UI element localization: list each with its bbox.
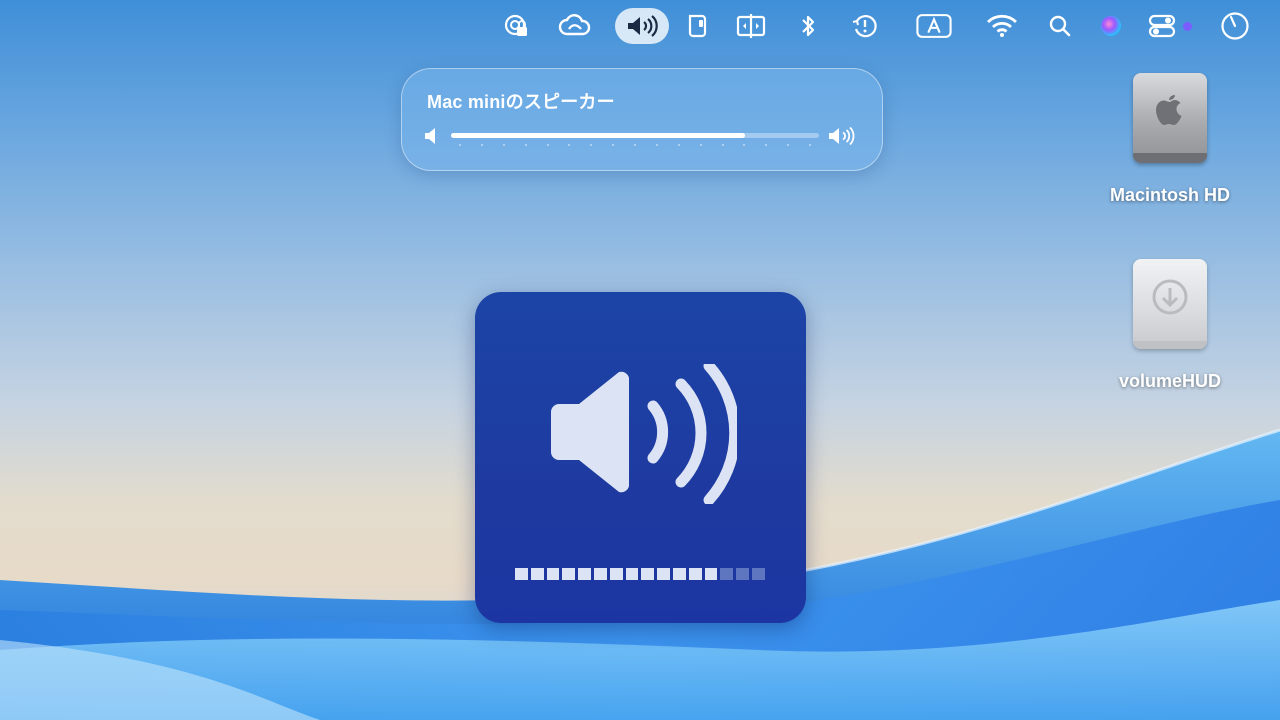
stage-manager-icon[interactable] — [680, 8, 716, 44]
volume-segment — [672, 568, 686, 580]
volume-segment — [625, 568, 639, 580]
desktop-icon-label: volumeHUD — [1118, 371, 1221, 391]
volume-slider-tick — [699, 144, 702, 146]
volume-low-icon — [424, 127, 440, 150]
speaker-wave-icon — [551, 364, 737, 504]
volume-slider-tick — [743, 144, 746, 146]
volume-slider-tick — [787, 144, 790, 146]
sound-output-device-label: Mac miniのスピーカー — [427, 92, 615, 112]
volume-slider-tick — [568, 144, 571, 146]
volume-slider-tick — [502, 144, 505, 146]
volume-segment — [562, 568, 576, 580]
menu-bar — [0, 0, 1280, 52]
volume-segment — [657, 568, 670, 580]
wifi-icon[interactable] — [984, 8, 1020, 44]
creative-cloud-icon[interactable] — [557, 8, 593, 44]
volume-segment — [751, 568, 765, 580]
volume-segment — [720, 568, 734, 580]
input-source-icon[interactable] — [916, 8, 952, 44]
volume-slider-tick — [590, 144, 593, 146]
volume-segment — [688, 568, 702, 580]
internal-drive-icon — [1133, 73, 1207, 163]
volume-high-icon — [828, 126, 858, 151]
volume-slider-tick — [612, 144, 615, 146]
volume-slider-fill — [451, 133, 746, 138]
volume-segment — [609, 568, 623, 580]
clock-icon[interactable] — [1217, 8, 1253, 44]
siri-icon[interactable] — [1093, 8, 1129, 44]
volume-slider-tick — [765, 144, 768, 146]
volume-menu-button[interactable] — [615, 8, 669, 44]
volume-slider-tick — [459, 144, 461, 146]
volume-slider[interactable] — [451, 133, 819, 138]
external-drive-download-icon — [1133, 259, 1207, 349]
desktop-icon-label: Macintosh HD — [1109, 185, 1230, 205]
desktop-icon-macintosh-hd[interactable]: Macintosh HD — [1095, 73, 1245, 206]
volume-slider-tick — [524, 144, 527, 146]
volume-segment — [546, 568, 560, 580]
volume-slider-tick — [634, 144, 636, 146]
volume-segment — [593, 568, 607, 580]
volume-slider-tick — [677, 144, 680, 146]
volume-slider-tick — [809, 144, 811, 146]
volume-segment — [515, 568, 528, 580]
bluetooth-icon[interactable] — [790, 8, 826, 44]
volume-slider-tick — [480, 144, 483, 146]
desktop: Mac miniのスピーカー Macintosh HD volumeHUD — [0, 0, 1280, 720]
time-machine-icon[interactable] — [847, 8, 883, 44]
control-center-icon[interactable] — [1145, 8, 1181, 44]
spotlight-search-icon[interactable] — [1042, 8, 1078, 44]
desktop-icon-volumehud[interactable]: volumeHUD — [1095, 259, 1245, 392]
volume-slider-tick — [655, 144, 658, 146]
volume-segment — [736, 568, 749, 580]
volume-slider-tick — [721, 144, 724, 146]
display-mirroring-icon[interactable] — [733, 8, 769, 44]
volume-segment — [641, 568, 655, 580]
volume-slider-ticks — [459, 144, 811, 147]
volume-hud — [475, 292, 806, 623]
volume-segment — [704, 568, 718, 580]
volume-icon — [628, 15, 658, 37]
volume-level-bar — [515, 568, 766, 580]
volume-segment — [530, 568, 544, 580]
volume-slider-tick — [546, 144, 549, 146]
screen-sharing-lock-icon[interactable] — [499, 8, 535, 44]
volume-segment — [578, 568, 591, 580]
sound-output-panel: Mac miniのスピーカー — [401, 68, 883, 171]
status-dot — [1183, 22, 1192, 31]
